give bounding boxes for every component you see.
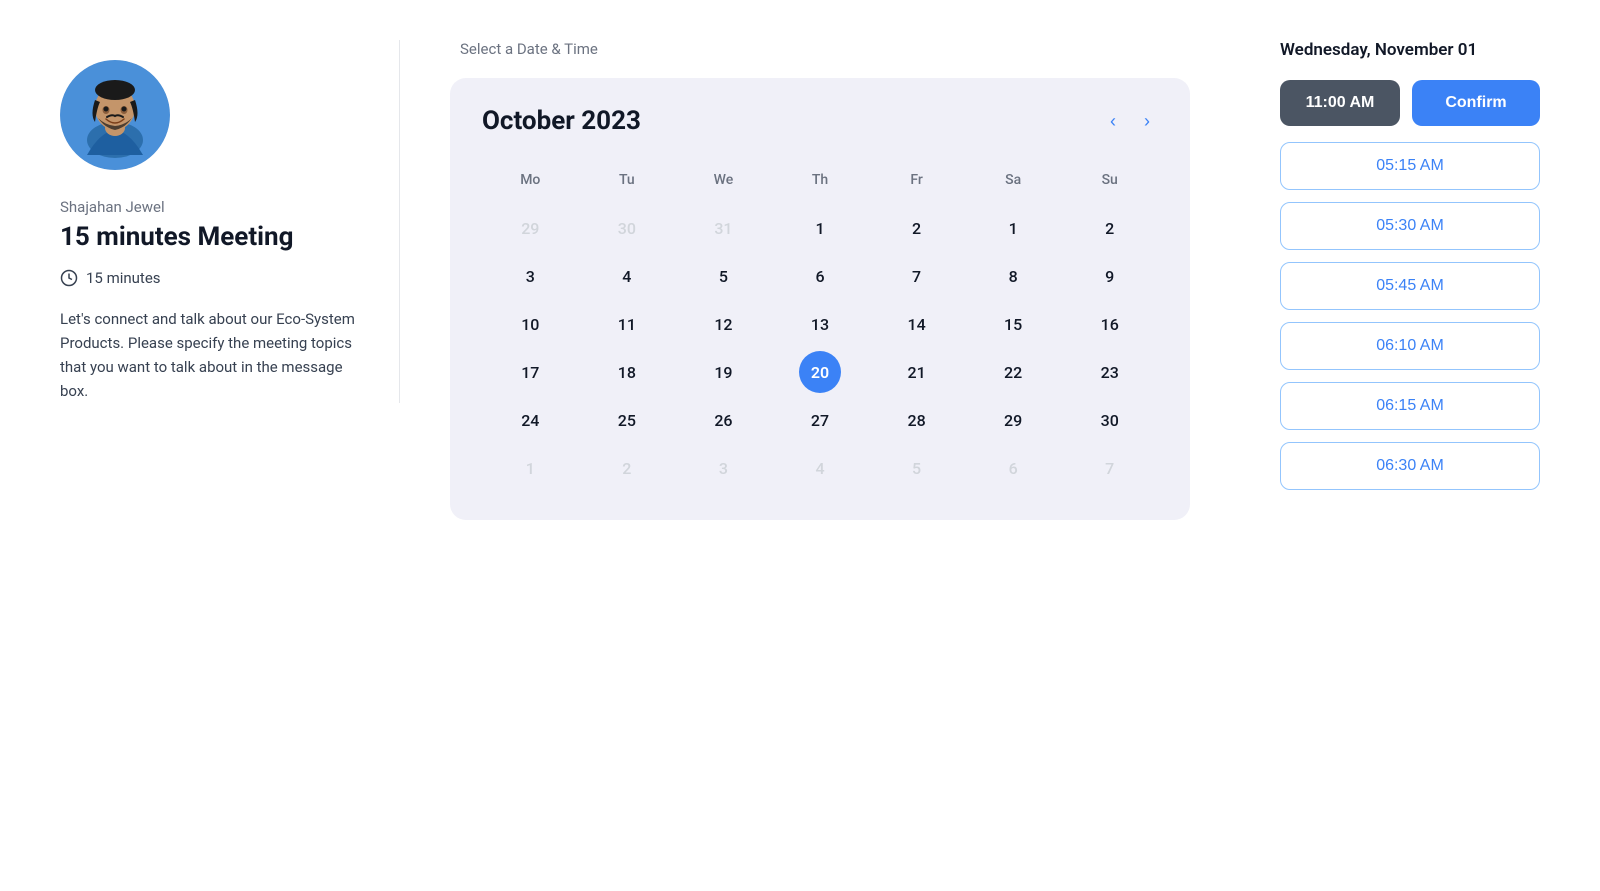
calendar-day[interactable]: 16 [1089,303,1131,345]
calendar-day: 5 [896,447,938,489]
duration-row: 15 minutes [60,269,359,287]
calendar-day[interactable]: 17 [509,351,551,393]
section-label: Select a Date & Time [460,40,1190,58]
calendar-day: 4 [799,447,841,489]
clock-icon [60,269,78,287]
calendar-day: 30 [606,207,648,249]
description: Let's connect and talk about our Eco-Sys… [60,307,359,403]
calendar-day[interactable]: 29 [992,399,1034,441]
calendar-day[interactable]: 18 [606,351,648,393]
calendar-day[interactable]: 22 [992,351,1034,393]
calendar-day[interactable]: 10 [509,303,551,345]
time-action-row: 11:00 AM Confirm [1280,80,1540,126]
day-header: Mo [482,164,579,204]
next-month-button[interactable]: › [1136,107,1158,136]
calendar-day: 29 [509,207,551,249]
nav-buttons: ‹ › [1102,107,1158,136]
calendar-day[interactable]: 1 [799,207,841,249]
center-panel: Select a Date & Time October 2023 ‹ › Mo… [400,40,1240,520]
host-name: Shajahan Jewel [60,198,359,216]
selected-date: Wednesday, November 01 [1280,40,1540,60]
calendar-day: 2 [606,447,648,489]
calendar-day[interactable]: 9 [1089,255,1131,297]
time-slot-button[interactable]: 05:45 AM [1280,262,1540,310]
calendar-day[interactable]: 24 [509,399,551,441]
day-header: Th [772,164,869,204]
calendar-day[interactable]: 11 [606,303,648,345]
calendar-header: October 2023 ‹ › [482,106,1158,136]
prev-month-button[interactable]: ‹ [1102,107,1124,136]
time-slots-container: 05:15 AM 05:30 AM 05:45 AM 06:10 AM 06:15 AM… [1280,142,1540,490]
right-panel: Wednesday, November 01 11:00 AM Confirm … [1240,40,1540,502]
calendar-day[interactable]: 20 [799,351,841,393]
day-header: Su [1061,164,1158,204]
calendar-day[interactable]: 5 [702,255,744,297]
calendar-day[interactable]: 14 [896,303,938,345]
day-header: Sa [965,164,1062,204]
calendar-day[interactable]: 27 [799,399,841,441]
time-slot-button[interactable]: 06:15 AM [1280,382,1540,430]
left-panel: Shajahan Jewel 15 minutes Meeting 15 min… [60,40,400,403]
time-slot-button[interactable]: 06:10 AM [1280,322,1540,370]
month-year: October 2023 [482,106,641,136]
calendar-day[interactable]: 30 [1089,399,1131,441]
avatar [60,60,170,170]
calendar-day: 31 [702,207,744,249]
calendar-grid: MoTuWeThFrSaSu29303112123456789101112131… [482,164,1158,492]
calendar-day[interactable]: 6 [799,255,841,297]
calendar-day[interactable]: 3 [509,255,551,297]
calendar-day[interactable]: 2 [896,207,938,249]
confirm-button[interactable]: Confirm [1412,80,1540,126]
meeting-title: 15 minutes Meeting [60,222,359,253]
day-header: Tu [579,164,676,204]
calendar-day[interactable]: 26 [702,399,744,441]
calendar-day[interactable]: 25 [606,399,648,441]
calendar-day: 3 [702,447,744,489]
duration-label: 15 minutes [86,269,161,287]
calendar-card: October 2023 ‹ › MoTuWeThFrSaSu293031121… [450,78,1190,520]
calendar-day: 1 [509,447,551,489]
calendar-day[interactable]: 7 [896,255,938,297]
calendar-day[interactable]: 4 [606,255,648,297]
calendar-day[interactable]: 12 [702,303,744,345]
calendar-day[interactable]: 13 [799,303,841,345]
time-slot-button[interactable]: 05:15 AM [1280,142,1540,190]
calendar-day[interactable]: 19 [702,351,744,393]
calendar-day[interactable]: 1 [992,207,1034,249]
day-header: Fr [868,164,965,204]
calendar-day[interactable]: 2 [1089,207,1131,249]
day-header: We [675,164,772,204]
calendar-day[interactable]: 8 [992,255,1034,297]
time-slot-button[interactable]: 05:30 AM [1280,202,1540,250]
calendar-day[interactable]: 21 [896,351,938,393]
calendar-day: 6 [992,447,1034,489]
calendar-day: 7 [1089,447,1131,489]
selected-time-button[interactable]: 11:00 AM [1280,80,1400,126]
calendar-day[interactable]: 28 [896,399,938,441]
calendar-day[interactable]: 23 [1089,351,1131,393]
time-slot-button[interactable]: 06:30 AM [1280,442,1540,490]
calendar-day[interactable]: 15 [992,303,1034,345]
